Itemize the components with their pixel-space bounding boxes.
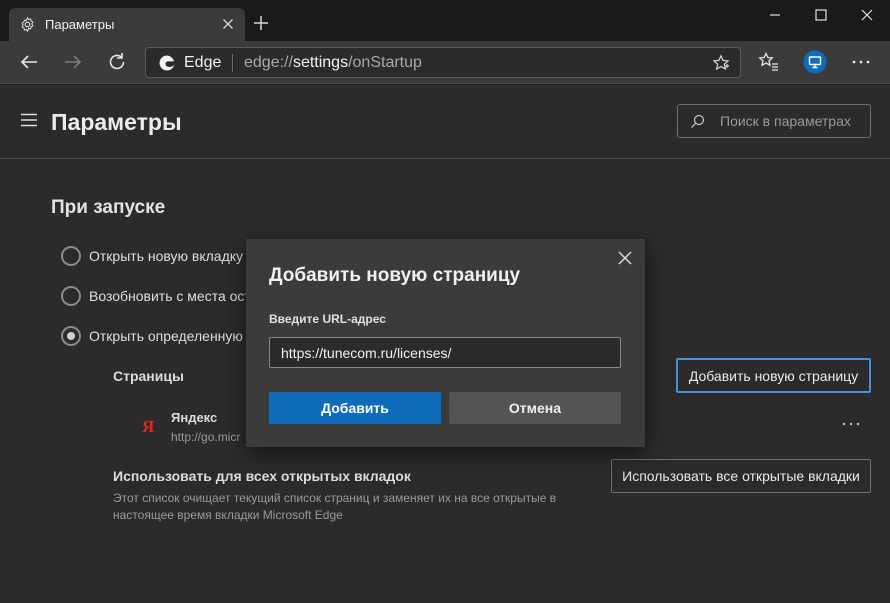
- yandex-icon: Я: [141, 417, 155, 436]
- title-bar: Параметры: [0, 0, 890, 41]
- site-url: http://go.micr: [171, 430, 241, 444]
- site-name: Яндекс: [171, 410, 218, 425]
- radio-label-continue[interactable]: Возобновить с места ост: [89, 288, 251, 304]
- close-icon[interactable]: [844, 0, 890, 30]
- address-bar[interactable]: Edge edge://settings/onStartup: [145, 47, 741, 78]
- toolbar: Edge edge://settings/onStartup: [0, 41, 890, 84]
- dialog-title: Добавить новую страницу: [269, 265, 521, 286]
- radio-continue[interactable]: [61, 286, 81, 306]
- back-arrow-icon[interactable]: [16, 49, 42, 75]
- profile-icon[interactable]: [803, 50, 827, 74]
- browser-brand: Edge: [184, 54, 222, 71]
- tab-title: Параметры: [45, 17, 115, 32]
- close-icon[interactable]: [219, 15, 237, 33]
- radio-specific-pages[interactable]: [61, 326, 81, 346]
- add-button[interactable]: Добавить: [269, 392, 441, 424]
- radio-label-new-tab[interactable]: Открыть новую вкладку: [89, 248, 243, 264]
- plus-icon[interactable]: [252, 14, 270, 32]
- refresh-icon[interactable]: [104, 49, 130, 75]
- use-all-tabs-title: Использовать для всех открытых вкладок: [113, 468, 411, 484]
- search-input[interactable]: Поиск в параметрах: [677, 104, 871, 138]
- radio-label-specific-pages[interactable]: Открыть определенную: [89, 328, 243, 344]
- search-icon: [690, 114, 705, 129]
- gear-icon: [19, 16, 36, 33]
- cancel-button[interactable]: Отмена: [449, 392, 621, 424]
- address-separator: [232, 54, 233, 72]
- url-input[interactable]: [269, 337, 621, 368]
- add-page-dialog: Добавить новую страницу Введите URL-адре…: [246, 239, 645, 447]
- close-icon[interactable]: [617, 250, 633, 266]
- pages-label: Страницы: [113, 368, 184, 384]
- url-text[interactable]: edge://settings/onStartup: [244, 54, 422, 72]
- maximize-icon[interactable]: [798, 0, 844, 30]
- star-icon[interactable]: [712, 54, 730, 72]
- forward-arrow-icon[interactable]: [60, 49, 86, 75]
- page-title: Параметры: [51, 109, 182, 135]
- hamburger-menu-icon[interactable]: [20, 113, 38, 127]
- use-all-tabs-description: Этот список очищает текущий список стран…: [113, 491, 557, 522]
- use-all-tabs-button[interactable]: Использовать все открытые вкладки: [611, 459, 871, 493]
- startup-section-title: При запуске: [51, 197, 166, 218]
- more-icon[interactable]: [849, 50, 873, 74]
- radio-new-tab[interactable]: [61, 246, 81, 266]
- favorites-list-icon[interactable]: [757, 50, 781, 74]
- edge-logo-icon: [158, 54, 176, 72]
- svg-text:Я: Я: [142, 417, 154, 435]
- minimize-icon[interactable]: [752, 0, 798, 30]
- tab-settings[interactable]: Параметры: [9, 8, 245, 41]
- add-new-page-button[interactable]: Добавить новую страницу: [676, 358, 871, 393]
- header-divider: [0, 158, 890, 159]
- search-placeholder: Поиск в параметрах: [720, 113, 851, 129]
- site-more-icon[interactable]: [838, 415, 864, 429]
- url-field-label: Введите URL-адрес: [269, 312, 386, 326]
